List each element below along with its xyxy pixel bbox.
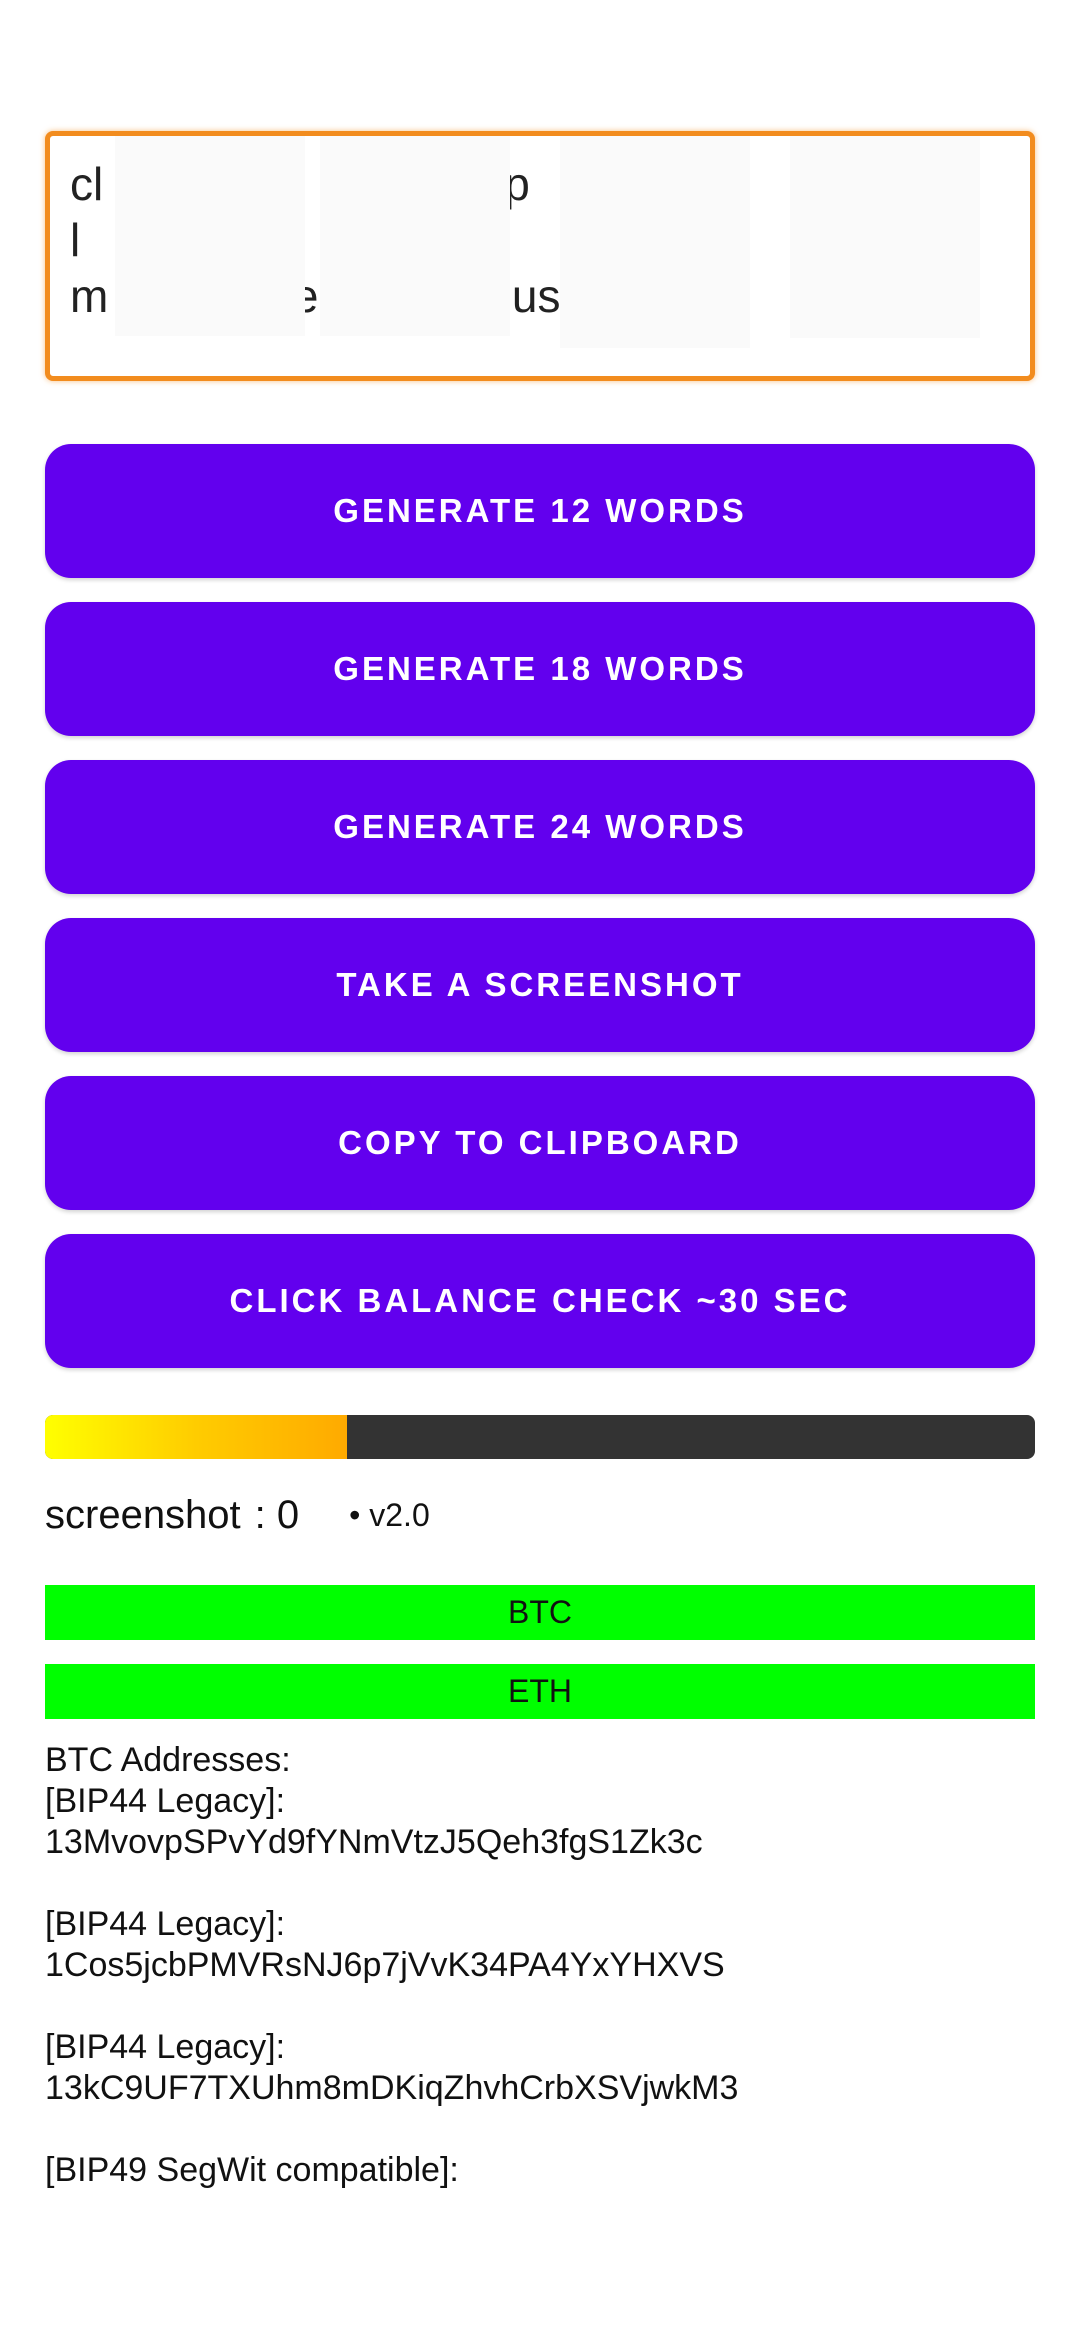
progress-bar-fill: [45, 1415, 347, 1459]
generate-18-words-button[interactable]: GENERATE 18 WORDS: [45, 602, 1035, 736]
address-type: [BIP44 Legacy]:: [45, 2028, 286, 2066]
balance-check-button[interactable]: CLICK BALANCE CHECK ~30 SEC: [45, 1234, 1035, 1368]
progress-bar: [45, 1415, 1035, 1459]
address-value[interactable]: 13kC9UF7TXUhm8mDKiqZhvhCrbXSVjwkM3: [45, 2068, 1035, 2109]
mnemonic-field[interactable]: cl e y p sh l m e ous: [45, 131, 1035, 381]
copy-to-clipboard-button[interactable]: COPY TO CLIPBOARD: [45, 1076, 1035, 1210]
address-type: [BIP49 SegWit compatible]:: [45, 2151, 459, 2189]
generate-24-words-button[interactable]: GENERATE 24 WORDS: [45, 760, 1035, 894]
address-spacer: [45, 2109, 1035, 2150]
address-spacer: [45, 1863, 1035, 1904]
redaction-mask: [115, 136, 305, 336]
address-list-header: BTC Addresses:: [45, 1741, 291, 1779]
redaction-mask: [320, 136, 510, 336]
address-value[interactable]: 13MvovpSPvYd9fYNmVtzJ5Qeh3fgS1Zk3c: [45, 1822, 1035, 1863]
address-value[interactable]: 1Cos5jcbPMVRsNJ6p7jVvK34PA4YxYHXVS: [45, 1945, 1035, 1986]
screenshot-count: : 0: [254, 1492, 300, 1537]
eth-button[interactable]: ETH: [45, 1664, 1035, 1719]
address-spacer: [45, 1986, 1035, 2027]
address-type: [BIP44 Legacy]:: [45, 1782, 286, 1820]
address-type: [BIP44 Legacy]:: [45, 1905, 286, 1943]
screenshot-label: screenshot: [45, 1492, 241, 1537]
btc-button[interactable]: BTC: [45, 1585, 1035, 1640]
address-list: BTC Addresses: [BIP44 Legacy]: 13MvovpSP…: [45, 1740, 1035, 2200]
redaction-mask: [560, 136, 750, 348]
version-label: • v2.0: [349, 1496, 430, 1533]
status-row: screenshot : 0 • v2.0: [45, 1485, 430, 1545]
app-screen: cl e y p sh l m e ous GENERATE 12 WORDS …: [0, 0, 1080, 2340]
redaction-mask: [790, 136, 980, 338]
take-screenshot-button[interactable]: TAKE A SCREENSHOT: [45, 918, 1035, 1052]
generate-12-words-button[interactable]: GENERATE 12 WORDS: [45, 444, 1035, 578]
